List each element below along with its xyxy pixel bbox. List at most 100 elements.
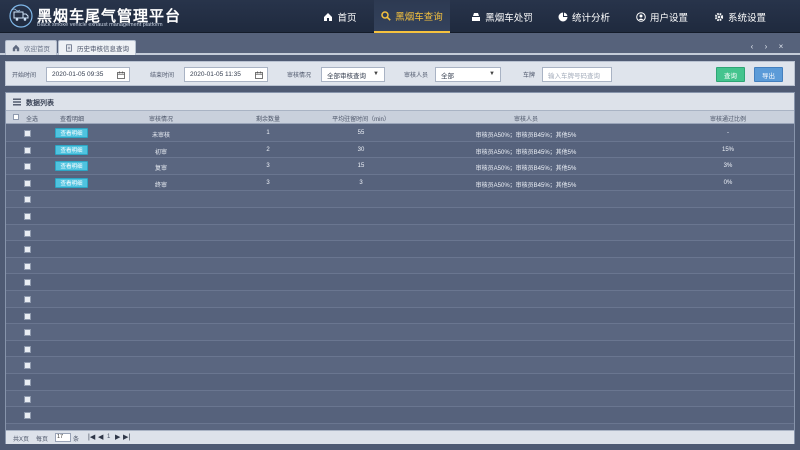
calendar-icon (117, 71, 125, 79)
cell-remaining: 3 (266, 179, 270, 186)
cell-reviewers: 审核员A50%；审核员B45%；其他5% (475, 149, 577, 156)
nav-statistics[interactable]: 统计分析 (556, 0, 612, 33)
nav-black-smoke-penalty[interactable]: 黑烟车处罚 (470, 0, 534, 33)
home-icon (12, 44, 20, 52)
logo: 黑烟车尾气管理平台 Black smoke vehicle exhaust ma… (8, 4, 198, 30)
penalty-icon (472, 12, 481, 21)
table-header: 全选 查看明细 审核情况 剩余数量 平均驻留时间（min） 审核人员 审核通过比… (6, 111, 794, 124)
row-checkbox[interactable] (24, 412, 31, 420)
nav-home[interactable]: 首页 (320, 0, 360, 33)
table-row: 查看明细 终审 3 3 审核员A50%；审核员B45%；其他5% 0% (6, 174, 794, 192)
app-subtitle: Black smoke vehicle exhaust management p… (37, 22, 163, 28)
cell-pass-ratio: 0% (723, 179, 733, 186)
review-status-select[interactable]: 全部审核查询 ▼ (321, 67, 385, 82)
query-button[interactable]: 查询 (716, 67, 745, 82)
cell-review-status: 初审 (154, 149, 167, 156)
col-select-all: 全选 (25, 117, 38, 123)
panel-header: 数据列表 (6, 93, 794, 111)
table-row (6, 241, 794, 258)
row-checkbox[interactable] (24, 395, 31, 403)
chevron-down-icon: ▼ (373, 71, 379, 77)
row-checkbox[interactable] (24, 362, 31, 370)
per-page-label: 每页 (36, 437, 49, 443)
row-checkbox[interactable] (24, 279, 31, 287)
chevron-down-icon: ▼ (489, 71, 495, 77)
tab-scroll-left-button[interactable]: ‹ (748, 42, 756, 51)
per-page-select[interactable]: 17 (55, 433, 71, 442)
row-checkbox[interactable] (24, 146, 31, 154)
export-button[interactable]: 导出 (754, 67, 783, 82)
plate-input[interactable]: 输入车牌号码查询 (542, 67, 612, 82)
cell-avg-time: 30 (357, 146, 365, 153)
row-checkbox[interactable] (24, 229, 31, 237)
tab-close-button[interactable]: × (777, 42, 785, 51)
end-time-value: 2020-01-05 11:35 (190, 71, 241, 78)
col-pass-ratio: 审核通过比例 (709, 117, 746, 123)
cell-avg-time: 55 (357, 130, 365, 136)
main-nav: 首页 黑烟车查询 黑烟车处罚 统计分析 用户设置 系统设置 (310, 0, 800, 33)
cell-avg-time: 3 (359, 179, 363, 186)
row-checkbox[interactable] (24, 329, 31, 337)
row-checkbox[interactable] (24, 345, 31, 353)
col-review-status: 审核情况 (148, 117, 173, 123)
view-detail-button[interactable]: 查看明细 (55, 161, 88, 172)
view-detail-button[interactable]: 查看明细 (55, 177, 88, 188)
row-checkbox[interactable] (24, 379, 31, 386)
nav-user-settings[interactable]: 用户设置 (634, 0, 690, 33)
tab-history-review[interactable]: 历史审核信息查询 (58, 40, 136, 55)
cell-review-status: 未审核 (151, 133, 170, 139)
start-time-input[interactable]: 2020-01-05 09:35 (46, 67, 130, 82)
reviewer-select[interactable]: 全部 ▼ (435, 67, 501, 82)
row-checkbox[interactable] (24, 296, 31, 303)
total-pages: 共X页 (13, 437, 30, 443)
gear-icon (714, 12, 724, 21)
home-icon (324, 12, 333, 21)
cell-review-status: 复审 (154, 166, 167, 173)
list-icon (13, 98, 21, 106)
view-detail-button[interactable]: 查看明细 (55, 128, 88, 138)
reviewer-label: 审核人员 (404, 73, 429, 79)
end-time-input[interactable]: 2020-01-05 11:35 (184, 67, 268, 82)
end-time-label: 结束时间 (150, 73, 175, 79)
nav-black-smoke-query[interactable]: 黑烟车查询 (374, 0, 450, 33)
row-checkbox[interactable] (24, 196, 31, 204)
pie-chart-icon (558, 12, 568, 21)
row-checkbox[interactable] (24, 163, 31, 171)
prev-page-button[interactable]: ◀ (98, 433, 103, 441)
table-row (6, 307, 794, 325)
view-detail-button[interactable]: 查看明细 (55, 144, 88, 155)
top-header: 黑烟车尾气管理平台 Black smoke vehicle exhaust ma… (0, 0, 800, 33)
user-icon (636, 11, 646, 22)
table-row (6, 291, 794, 308)
row-checkbox[interactable] (24, 213, 31, 220)
last-page-button[interactable]: ▶| (123, 433, 130, 441)
table-row: 查看明细 复审 3 15 审核员A50%；审核员B45%；其他5% 3% (6, 158, 794, 175)
nav-penalty-label: 黑烟车处罚 (485, 12, 533, 24)
document-icon (66, 44, 72, 52)
table-row (6, 340, 794, 358)
nav-user-settings-label: 用户设置 (649, 12, 688, 24)
row-checkbox[interactable] (24, 262, 31, 270)
tab-strip: 欢迎首页 历史审核信息查询 ‹ › × (0, 33, 800, 55)
first-page-button[interactable]: |◀ (88, 433, 95, 441)
tab-scroll-right-button[interactable]: › (762, 42, 770, 51)
select-all-checkbox[interactable] (13, 114, 19, 120)
cell-reviewers: 审核员A50%；审核员B45%；其他5% (475, 133, 577, 139)
cell-reviewers: 审核员A50%；审核员B45%；其他5% (475, 166, 577, 173)
row-checkbox[interactable] (24, 246, 31, 254)
row-checkbox[interactable] (24, 130, 31, 137)
truck-logo-icon (9, 4, 33, 28)
cell-remaining: 1 (266, 130, 270, 136)
cell-pass-ratio: 15% (721, 146, 734, 153)
current-page: 1 (107, 434, 111, 440)
nav-home-label: 首页 (337, 12, 357, 24)
row-checkbox[interactable] (24, 312, 31, 320)
table-row (6, 324, 794, 341)
table-row: 查看明细 初审 2 30 审核员A50%；审核员B45%；其他5% 15% (6, 141, 794, 159)
calendar-icon (255, 71, 263, 79)
next-page-button[interactable]: ▶ (115, 433, 120, 441)
tab-welcome[interactable]: 欢迎首页 (5, 40, 57, 55)
cell-reviewers: 审核员A50%；审核员B45%；其他5% (475, 182, 577, 189)
nav-system-settings[interactable]: 系统设置 (712, 0, 768, 33)
row-checkbox[interactable] (24, 179, 31, 187)
